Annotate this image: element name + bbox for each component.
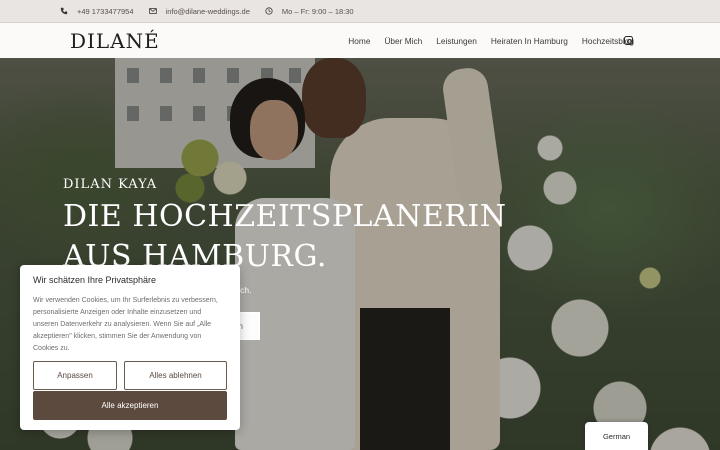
brand-logo[interactable]: DILANÉ xyxy=(70,29,160,53)
nav-item-leistungen[interactable]: Leistungen xyxy=(436,36,477,46)
top-info-bar: +49 1733477954 info@dilane-weddings.de M… xyxy=(0,0,720,23)
main-navigation: DILANÉ Home Über Mich Leistungen Heirate… xyxy=(0,23,720,58)
hero-eyebrow: DILAN KAYA xyxy=(63,177,158,192)
email-text: info@dilane-weddings.de xyxy=(165,6,250,16)
language-switcher[interactable]: German xyxy=(585,422,648,450)
cookie-title: Wir schätzen Ihre Privatsphäre xyxy=(33,275,157,285)
mail-icon xyxy=(148,8,157,14)
accept-all-button[interactable]: Alle akzeptieren xyxy=(33,391,227,420)
phone-icon xyxy=(60,7,68,15)
phone-contact[interactable]: +49 1733477954 xyxy=(60,7,134,16)
hours-text: Mo – Fr: 9:00 – 18:30 xyxy=(281,6,354,16)
nav-item-home[interactable]: Home xyxy=(348,36,370,46)
cookie-consent-dialog: Wir schätzen Ihre Privatsphäre Wir verwe… xyxy=(20,265,240,430)
nav-item-ueber-mich[interactable]: Über Mich xyxy=(384,36,422,46)
opening-hours: Mo – Fr: 9:00 – 18:30 xyxy=(265,7,354,16)
email-contact[interactable]: info@dilane-weddings.de xyxy=(148,6,250,16)
nav-links: Home Über Mich Leistungen Heiraten In Ha… xyxy=(334,23,634,58)
cookie-button-row: Anpassen Alles ablehnen xyxy=(33,361,227,390)
instagram-icon[interactable] xyxy=(624,36,633,45)
cookie-description: Wir verwenden Cookies, um Ihr Surferlebn… xyxy=(33,297,218,352)
nav-item-heiraten-in-hamburg[interactable]: Heiraten In Hamburg xyxy=(491,36,568,46)
clock-icon xyxy=(265,7,273,15)
customize-button[interactable]: Anpassen xyxy=(33,361,117,390)
phone-text: +49 1733477954 xyxy=(77,6,134,16)
reject-all-button[interactable]: Alles ablehnen xyxy=(124,361,227,390)
